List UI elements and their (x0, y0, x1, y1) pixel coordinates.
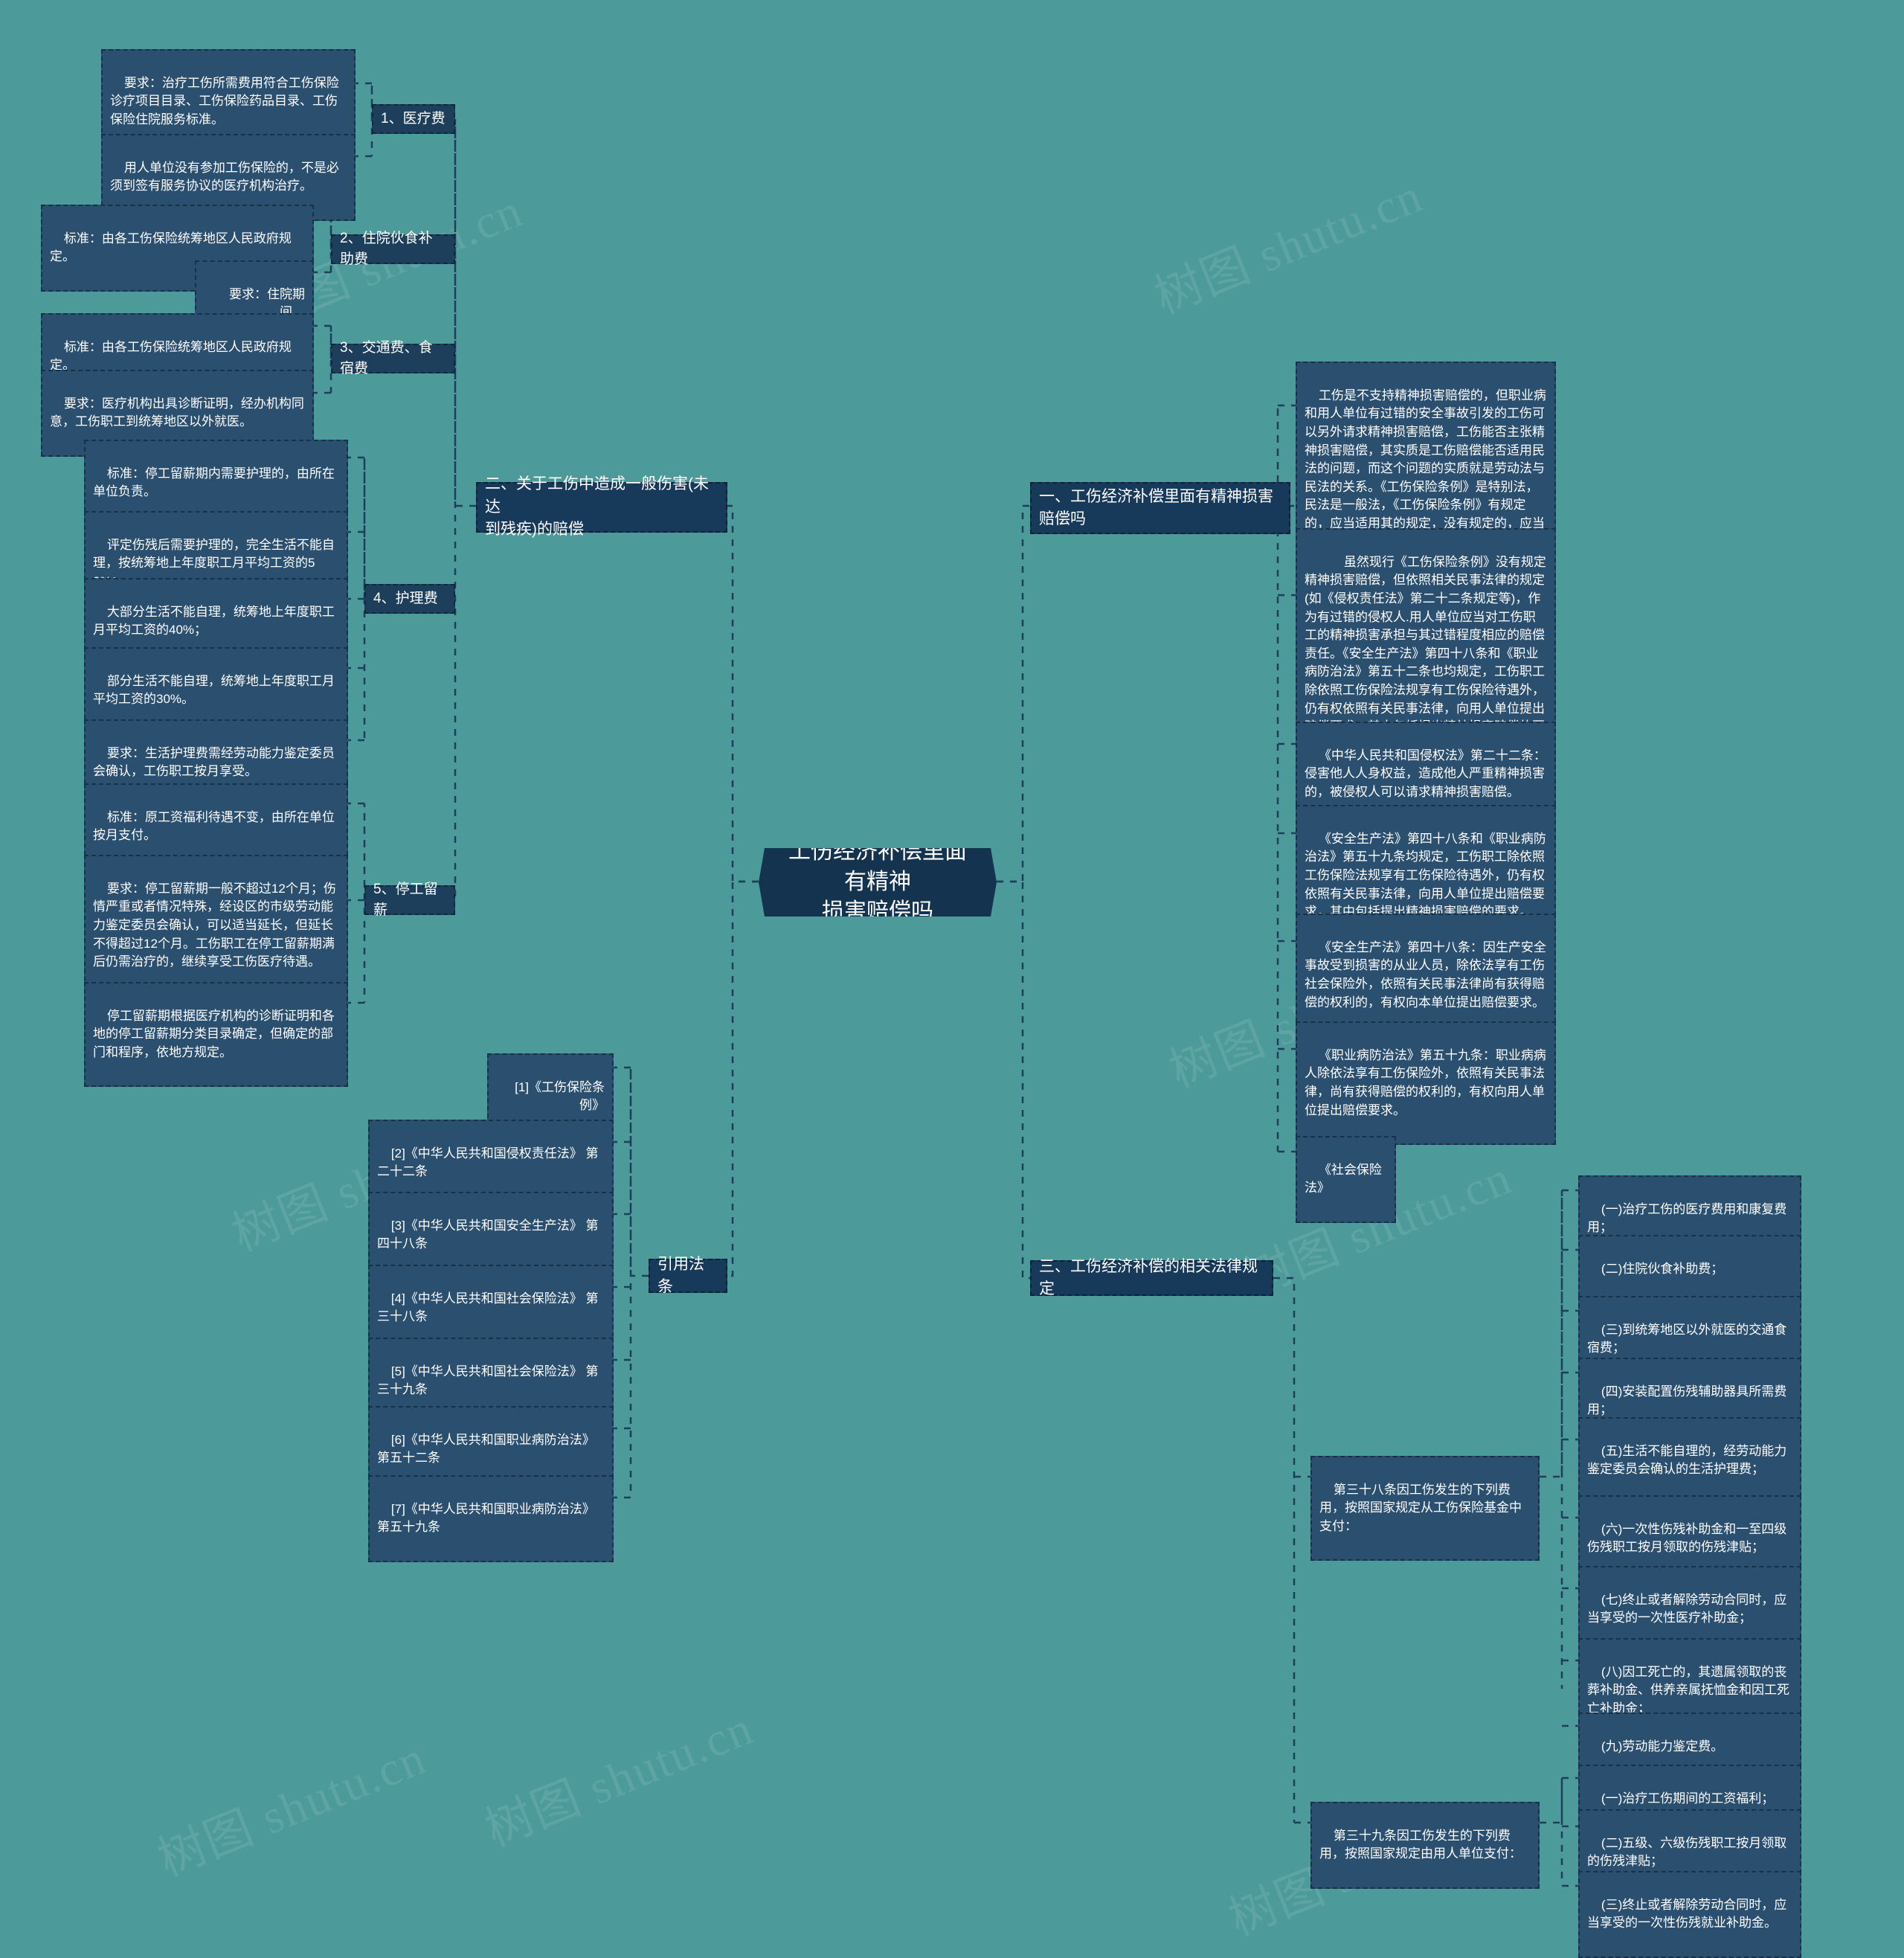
item-text: 要求：停工留薪期一般不超过12个月；伤情严重或者情况特殊，经设区的市级劳动能力鉴… (93, 881, 336, 969)
law-39-item[interactable]: (三)终止或者解除劳动合同时，应当享受的一次性伤残就业补助金。 (1578, 1871, 1801, 1958)
item-text: 部分生活不能自理，统筹地上年度职工月平均工资的30%。 (93, 673, 335, 707)
item-text: (二)五级、六级伤残职工按月领取的伤残津贴； (1587, 1835, 1787, 1869)
item-text: (一)治疗工伤的医疗费用和康复费用； (1587, 1201, 1787, 1235)
watermark: 树图 shutu.cn (477, 1701, 761, 1857)
branch-right-main-label: 一、工伤经济补偿里面有精神损害 赔偿吗 (1039, 487, 1273, 527)
item-text: [7]《中华人民共和国职业病防治法》 第五十九条 (377, 1501, 599, 1535)
mindmap-canvas: 树图 shutu.cn 树图 shutu.cn 树图 shutu.cn 树图 s… (0, 0, 1904, 1958)
item-text: 要求：生活护理费需经劳动能力鉴定委员会确认，工伤职工按月享受。 (93, 745, 335, 779)
watermark: 树图 shutu.cn (1147, 168, 1430, 324)
branch-left-main[interactable]: 二、关于工伤中造成一般伤害(未达 到残疾)的赔偿 (476, 475, 727, 538)
item-text: 第三十九条因工伤发生的下列费用，按照国家规定由用人单位支付： (1319, 1828, 1522, 1861)
list-item[interactable]: 要求：停工留薪期一般不超过12个月；伤情严重或者情况特殊，经设区的市级劳动能力鉴… (84, 855, 348, 997)
branch-left-main-label: 二、关于工伤中造成一般伤害(未达 到残疾)的赔偿 (485, 475, 709, 539)
item-text: (六)一次性伤残补助金和一至四级伤残职工按月领取的伤残津贴； (1587, 1521, 1787, 1555)
watermark: 树图 shutu.cn (150, 1730, 434, 1887)
item-text: 标准：由各工伤保险统筹地区人民政府规定。 (50, 231, 292, 264)
item-text: [3]《中华人民共和国安全生产法》 第四十八条 (377, 1218, 599, 1251)
topic-suspended-pay[interactable]: 5、停工留薪 (364, 882, 455, 918)
item-text: (五)生活不能自理的，经劳动能力鉴定委员会确认的生活护理费； (1587, 1443, 1787, 1477)
item-text: 要求：医疗机构出具诊断证明，经办机构同意，工伤职工到统筹地区以外就医。 (50, 396, 304, 429)
item-text: 《安全生产法》第四十八条：因生产安全事故受到损害的从业人员，除依法享有工伤社会保… (1305, 940, 1546, 1010)
item-text: 第三十八条因工伤发生的下列费用，按照国家规定从工伤保险基金中支付： (1319, 1482, 1522, 1533)
item-text: [1]《工伤保险条例》 (515, 1079, 605, 1113)
item-text: (九)劳动能力鉴定费。 (1601, 1739, 1724, 1753)
branch-right-laws-label: 三、工伤经济补偿的相关法律规定 (1039, 1257, 1258, 1297)
item-text: 用人单位没有参加工伤保险的，不是必须到签有服务协议的医疗机构治疗。 (110, 160, 339, 193)
topic-transport[interactable]: 3、交通费、食宿费 (331, 340, 455, 376)
topic-hospital-meal[interactable]: 2、住院伙食补助费 (331, 231, 455, 267)
branch-right-main[interactable]: 一、工伤经济补偿里面有精神损害 赔偿吗 (1030, 482, 1290, 534)
topic-medical[interactable]: 1、医疗费 (372, 104, 455, 134)
law-38-item[interactable]: (五)生活不能自理的，经劳动能力鉴定委员会确认的生活护理费； (1578, 1417, 1801, 1504)
item-text: 要求：治疗工伤所需费用符合工伤保险诊疗项目目录、工伤保险药品目录、工伤保险住院服… (110, 75, 339, 126)
item-text: [5]《中华人民共和国社会保险法》 第三十九条 (377, 1364, 599, 1397)
item-text: 标准：原工资福利待遇不变，由所在单位按月支付。 (93, 809, 335, 843)
item-text: 《安全生产法》第四十八条和《职业病防治法》第五十九条均规定，工伤职工除依照工伤保… (1305, 831, 1546, 919)
item-text: (七)终止或者解除劳动合同时，应当享受的一次性医疗补助金； (1587, 1592, 1787, 1625)
item-text: 《中华人民共和国侵权法》第二十二条：侵害他人人身权益，造成他人严重精神损害的，被… (1305, 748, 1546, 799)
item-text: 《社会保险法》 (1305, 1162, 1382, 1195)
item-text: 标准：由各工伤保险统筹地区人民政府规定。 (50, 339, 292, 373)
item-text: 工伤是不支持精神损害赔偿的，但职业病和用人单位有过错的安全事故引发的工伤可以另外… (1305, 388, 1546, 549)
citation-item[interactable]: [7]《中华人民共和国职业病防治法》 第五十九条 (368, 1475, 614, 1562)
list-item[interactable]: 停工留薪期根据医疗机构的诊断证明和各地的停工留薪期分类目录确定，但确定的部门和程… (84, 982, 348, 1088)
branch-citations[interactable]: 引用法条 (649, 1256, 727, 1295)
item-text: [4]《中华人民共和国社会保险法》 第三十八条 (377, 1291, 599, 1324)
topic-hospital-meal-label: 2、住院伙食补助费 (340, 231, 433, 267)
topic-nursing-label: 4、护理费 (373, 591, 438, 607)
right-item[interactable]: 《社会保险法》 (1296, 1136, 1396, 1223)
item-text: 停工留薪期根据医疗机构的诊断证明和各地的停工留薪期分类目录确定，但确定的部门和程… (93, 1008, 335, 1059)
law-39-group[interactable]: 第三十九条因工伤发生的下列费用，按照国家规定由用人单位支付： (1310, 1802, 1540, 1889)
root-node[interactable]: 工伤经济补偿里面有精神 损害赔偿吗 (759, 848, 997, 917)
right-item[interactable]: 《安全生产法》第四十八条：因生产安全事故受到损害的从业人员，除依法享有工伤社会保… (1296, 914, 1556, 1037)
item-text: 大部分生活不能自理，统筹地上年度职工月平均工资的40%； (93, 604, 335, 638)
topic-medical-label: 1、医疗费 (381, 111, 446, 127)
item-text: 标准：停工留薪期内需要护理的，由所在单位负责。 (93, 466, 335, 499)
item-text: [2]《中华人民共和国侵权责任法》 第二十二条 (377, 1146, 599, 1179)
topic-suspended-pay-label: 5、停工留薪 (373, 882, 438, 918)
item-text: 《职业病防治法》第五十九条：职业病病人除依法享有工伤保险外，依照有关民事法律，尚… (1305, 1047, 1546, 1117)
topic-transport-label: 3、交通费、食宿费 (340, 340, 433, 376)
right-item[interactable]: 《职业病防治法》第五十九条：职业病病人除依法享有工伤保险外，依照有关民事法律，尚… (1296, 1021, 1556, 1145)
item-text: (一)治疗工伤期间的工资福利； (1601, 1791, 1775, 1805)
topic-nursing[interactable]: 4、护理费 (364, 584, 455, 614)
law-38-item[interactable]: (二)住院伙食补助费； (1578, 1235, 1801, 1303)
item-text: [6]《中华人民共和国职业病防治法》 第五十二条 (377, 1432, 599, 1466)
item-text: (二)住院伙食补助费； (1601, 1261, 1724, 1276)
root-node-label: 工伤经济补偿里面有精神 损害赔偿吗 (788, 839, 967, 925)
law-38-group[interactable]: 第三十八条因工伤发生的下列费用，按照国家规定从工伤保险基金中支付： (1310, 1456, 1540, 1561)
item-text: (三)到统筹地区以外就医的交通食宿费； (1587, 1322, 1787, 1355)
branch-citations-label: 引用法条 (657, 1255, 704, 1295)
branch-right-laws[interactable]: 三、工伤经济补偿的相关法律规定 (1030, 1258, 1273, 1297)
item-text: (四)安装配置伤残辅助器具所需费用； (1587, 1384, 1787, 1417)
item-text: (八)因工死亡的，其遗属领取的丧葬补助金、供养亲属抚恤金和因工死亡补助金； (1587, 1664, 1789, 1715)
item-text: (三)终止或者解除劳动合同时，应当享受的一次性伤残就业补助金。 (1587, 1897, 1787, 1930)
